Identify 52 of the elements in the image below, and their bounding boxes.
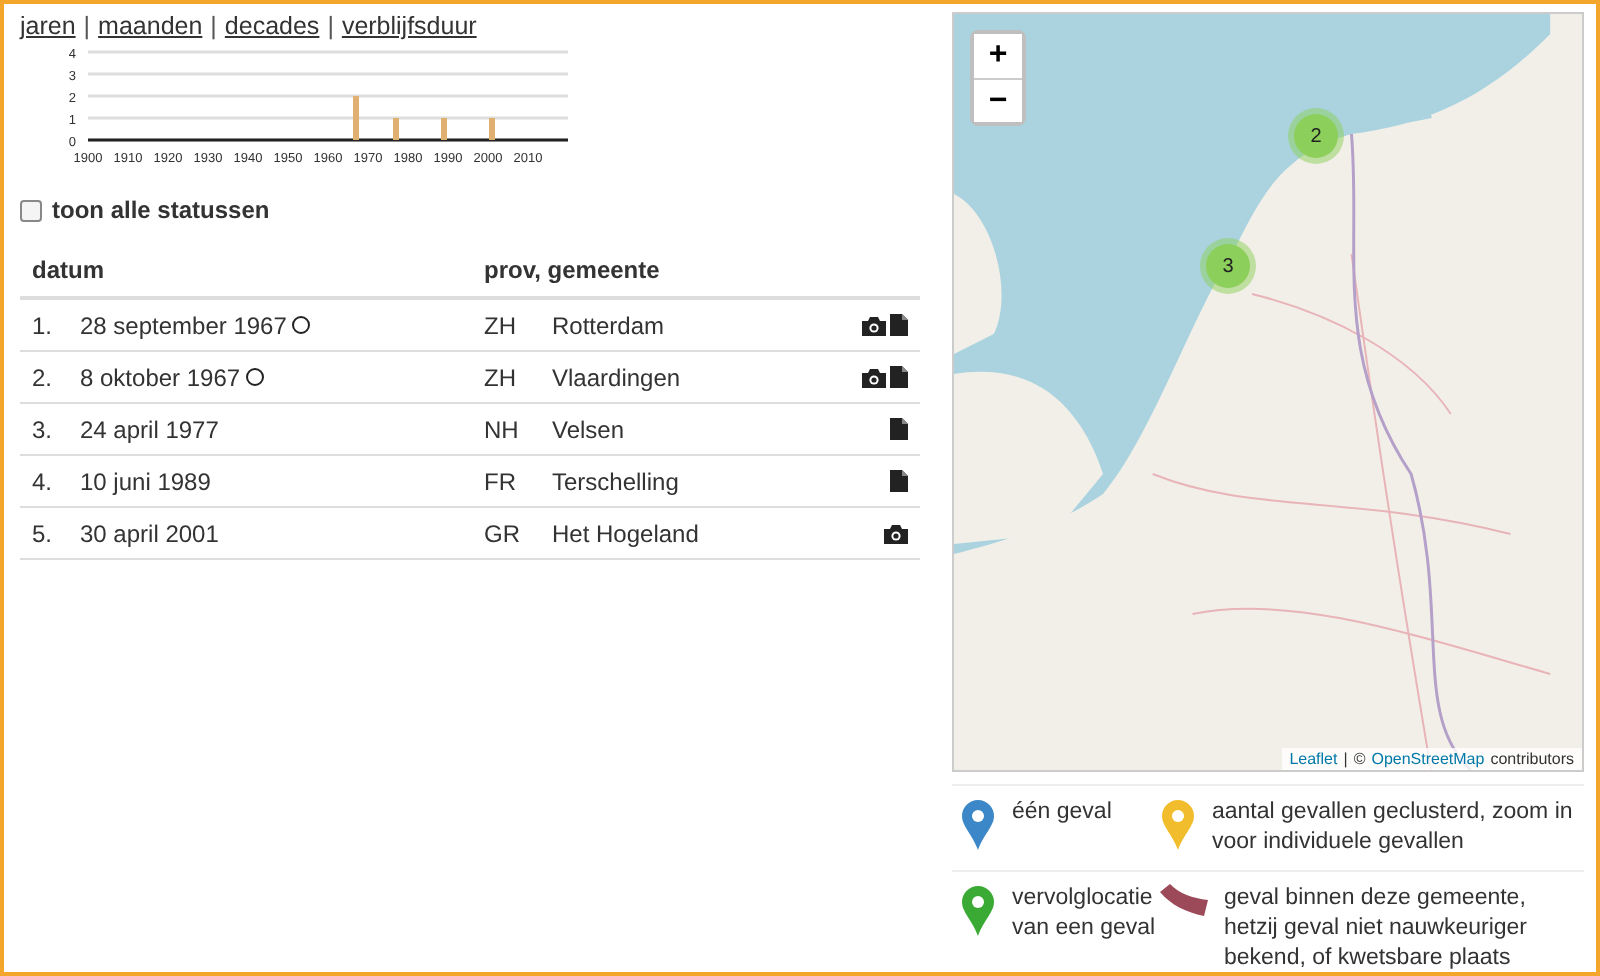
legend-text: één geval bbox=[1012, 798, 1112, 828]
row-number: 1. bbox=[32, 311, 55, 339]
bar bbox=[441, 118, 447, 140]
province-cell-text: GR bbox=[484, 519, 522, 547]
document-icon[interactable] bbox=[890, 366, 908, 388]
province-cell-text: NH bbox=[484, 415, 521, 443]
row-number: 2. bbox=[32, 363, 55, 391]
zoom-out-button[interactable]: − bbox=[974, 78, 1022, 122]
province-cell-text: ZH bbox=[484, 311, 518, 339]
leaflet-link[interactable]: Leaflet bbox=[1289, 750, 1338, 768]
openstreetmap-link[interactable]: OpenStreetMap bbox=[1371, 750, 1485, 768]
date-cell: 28 september 1967 bbox=[80, 311, 287, 339]
document-icon[interactable] bbox=[890, 470, 908, 492]
camera-icon[interactable] bbox=[862, 315, 886, 335]
view-link[interactable]: maanden bbox=[98, 12, 203, 40]
checkbox-label: toon alle statussen bbox=[52, 196, 270, 224]
municipality-cell-text: Rotterdam bbox=[552, 311, 667, 339]
date-cell: 10 juni 1989 bbox=[80, 467, 211, 495]
legend-text: aantal gevallen geclusterd, zoom in voor individuele gevallen bbox=[1212, 798, 1575, 858]
date-cell: 8 oktober 1967 bbox=[80, 363, 241, 391]
bar bbox=[489, 118, 495, 140]
document-icon[interactable] bbox=[890, 418, 908, 440]
row-number: 4. bbox=[32, 467, 55, 495]
row-number: 5. bbox=[32, 519, 55, 547]
copyright-sign: © bbox=[1353, 750, 1366, 768]
column-header: prov, gemeente bbox=[484, 256, 660, 284]
date-cell: 30 april 2001 bbox=[80, 519, 219, 547]
legend-text: geval binnen deze gemeente, hetzij geval niet nauwkeuriger bekend, of kwetsbare plaats bbox=[1224, 884, 1530, 972]
camera-icon[interactable] bbox=[862, 367, 886, 387]
municipality-cell-text: Vlaardingen bbox=[552, 363, 683, 391]
document-icon[interactable] bbox=[890, 314, 908, 336]
bar bbox=[393, 118, 399, 140]
checkbox[interactable] bbox=[20, 199, 42, 221]
view-link[interactable]: decades bbox=[224, 12, 320, 40]
camera-icon[interactable] bbox=[884, 523, 908, 543]
separator: | bbox=[83, 12, 91, 40]
attribution-separator: | bbox=[1343, 750, 1348, 768]
province-cell-text: FR bbox=[484, 467, 518, 495]
date-cell: 24 april 1977 bbox=[80, 415, 219, 443]
province-cell-text: ZH bbox=[484, 363, 518, 391]
separator: | bbox=[210, 12, 217, 40]
municipality-cell-text: Terschelling bbox=[552, 467, 681, 495]
bar bbox=[353, 96, 359, 140]
view-link[interactable]: verblijfsduur bbox=[341, 12, 477, 40]
column-header: datum bbox=[32, 256, 106, 284]
legend-text: vervolglocatie van een geval bbox=[1012, 884, 1158, 944]
municipality-cell-text: Velsen bbox=[552, 415, 627, 443]
municipality-cell-text: Het Hogeland bbox=[552, 519, 701, 547]
separator: | bbox=[327, 12, 334, 40]
view-link[interactable]: jaren bbox=[20, 12, 76, 40]
row-number: 3. bbox=[32, 415, 55, 443]
attribution-text: contributors bbox=[1490, 750, 1574, 768]
